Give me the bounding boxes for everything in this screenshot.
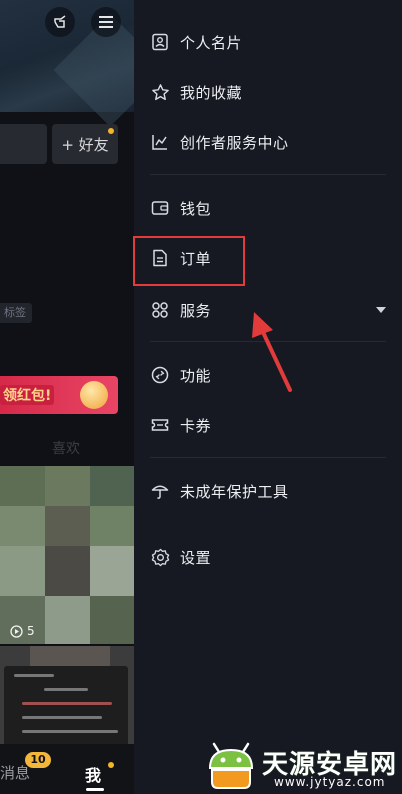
menu-label: 未成年保护工具 [180, 482, 289, 501]
notification-dot [108, 128, 114, 134]
side-drawer: 个人名片 我的收藏 创作者服务中心 钱包 订单 服务 功能 卡券 未成年保护工具… [134, 0, 402, 794]
star-icon [150, 82, 170, 102]
wallet-icon [150, 198, 170, 218]
message-count-badge: 10 [25, 752, 51, 768]
divider [150, 174, 386, 175]
menu-item-wallet[interactable]: 钱包 [134, 186, 402, 230]
chevron-down-icon[interactable] [376, 307, 386, 313]
menu-icon[interactable] [91, 7, 121, 37]
edit-profile-button[interactable] [0, 124, 47, 164]
menu-label: 钱包 [180, 199, 212, 218]
divider [150, 457, 386, 458]
tab-likes[interactable]: 喜欢 [52, 438, 80, 458]
active-tab-indicator [86, 788, 104, 791]
menu-label: 卡券 [180, 416, 212, 435]
menu-item-creator-center[interactable]: 创作者服务中心 [134, 120, 402, 164]
menu-label: 创作者服务中心 [180, 133, 289, 152]
android-logo-icon [208, 742, 254, 789]
tab-me[interactable]: 我 [85, 762, 101, 786]
umbrella-icon [150, 481, 170, 501]
promo-banner[interactable]: 领红包! [0, 376, 118, 414]
menu-item-minor-protection[interactable]: 未成年保护工具 [134, 469, 402, 513]
play-count-value: 5 [27, 624, 35, 638]
menu-label: 个人名片 [180, 33, 243, 52]
coin-icon [80, 381, 108, 409]
notification-dot [108, 762, 114, 768]
profile-page-background: + 好友 标签 领红包! 喜欢 5 消息 10 我 [0, 0, 134, 794]
play-icon [10, 624, 23, 638]
add-friend-label: + 好友 [61, 135, 109, 154]
chart-icon [150, 132, 170, 152]
tab-messages[interactable]: 消息 [0, 762, 30, 783]
watermark: 天源安卓网 www.jytyaz.com [200, 738, 400, 792]
play-count: 5 [10, 624, 35, 638]
watermark-url: www.jytyaz.com [274, 775, 386, 789]
video-thumbnail[interactable] [0, 646, 134, 744]
screenshot-card [4, 666, 128, 744]
tag-chip[interactable]: 标签 [0, 303, 32, 323]
highlight-box [133, 236, 245, 286]
ticket-icon [150, 415, 170, 435]
menu-label: 功能 [180, 366, 212, 385]
grid-icon [150, 300, 170, 320]
video-thumbnail[interactable] [0, 466, 134, 644]
link-icon [150, 365, 170, 385]
menu-item-settings[interactable]: 设置 [134, 535, 402, 579]
id-card-icon [150, 32, 170, 52]
annotation-arrow [252, 312, 292, 392]
menu-item-favorites[interactable]: 我的收藏 [134, 70, 402, 114]
menu-label: 设置 [180, 548, 212, 567]
promo-text: 领红包! [0, 385, 55, 405]
menu-item-coupons[interactable]: 卡券 [134, 403, 402, 447]
menu-label: 我的收藏 [180, 83, 243, 102]
menu-label: 服务 [180, 301, 212, 320]
menu-item-profile-card[interactable]: 个人名片 [134, 20, 402, 64]
hand-pointer-icon[interactable] [45, 7, 75, 37]
gear-icon [150, 547, 170, 567]
